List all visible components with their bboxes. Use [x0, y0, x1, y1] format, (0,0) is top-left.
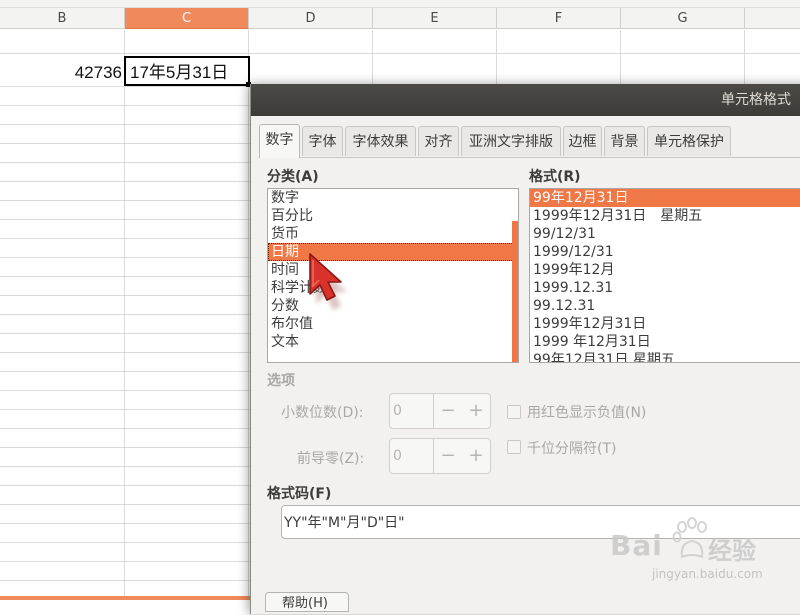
- baidu-jingyan-watermark: Bai 经验 jingyan.baidu.com: [610, 515, 800, 585]
- category-listbox[interactable]: 数字 百分比 货币 日期 时间 科学计数 分数 布尔值 文本: [267, 188, 519, 363]
- tab-bar: 数字 字体 字体效果 对齐 亚洲文字排版 边框 背景 单元格保护: [259, 124, 800, 158]
- leading-zeros-increment[interactable]: +: [462, 439, 490, 473]
- column-header-d[interactable]: D: [249, 8, 373, 29]
- dialog-titlebar[interactable]: 单元格格式: [251, 84, 800, 116]
- toolbar-edge: [0, 0, 800, 8]
- tab-alignment[interactable]: 对齐: [418, 126, 459, 156]
- negative-red-label: 用红色显示负值(N): [527, 405, 647, 421]
- format-item[interactable]: 1999 年12月31日: [530, 333, 800, 351]
- column-header-e[interactable]: E: [373, 8, 497, 29]
- format-item[interactable]: 1999年12月: [530, 261, 800, 279]
- category-scrollbar[interactable]: [512, 221, 518, 362]
- format-listbox[interactable]: 99年12月31日 1999年12月31日 星期五 99/12/31 1999/…: [529, 188, 800, 363]
- category-item[interactable]: 数字: [268, 189, 518, 207]
- format-code-label: 格式码(F): [267, 486, 332, 502]
- options-label: 选项: [267, 373, 295, 389]
- cell-b3[interactable]: 42736: [0, 58, 124, 88]
- decimal-places-spinner[interactable]: 0 − +: [389, 393, 491, 429]
- leading-zeros-label: 前导零(Z):: [297, 451, 365, 467]
- category-item[interactable]: 百分比: [268, 207, 518, 225]
- leading-zeros-value[interactable]: 0: [390, 439, 434, 473]
- column-header-b[interactable]: B: [0, 8, 125, 29]
- help-button[interactable]: 帮助(H): [265, 592, 349, 612]
- mouse-pointer-icon: [309, 253, 347, 310]
- format-item[interactable]: 1999年12月31日: [530, 315, 800, 333]
- thousands-separator-checkbox[interactable]: [507, 440, 521, 454]
- category-label: 分类(A): [267, 169, 319, 185]
- tab-font-effects[interactable]: 字体效果: [345, 126, 416, 156]
- format-item-selected[interactable]: 99年12月31日: [530, 189, 800, 207]
- category-item[interactable]: 货币: [268, 225, 518, 243]
- format-item[interactable]: 1999年12月31日 星期五: [530, 207, 800, 225]
- decimal-places-label: 小数位数(D):: [281, 405, 364, 421]
- format-item[interactable]: 1999/12/31: [530, 243, 800, 261]
- watermark-brand-cn: 经验: [708, 537, 756, 565]
- decimal-places-value[interactable]: 0: [390, 394, 434, 428]
- column-header-h[interactable]: [745, 8, 800, 29]
- tab-numbers[interactable]: 数字: [259, 124, 300, 158]
- leading-zeros-spinner[interactable]: 0 − +: [389, 438, 491, 474]
- format-item[interactable]: 99年12月31日 星期五: [530, 351, 800, 362]
- format-item[interactable]: 99/12/31: [530, 225, 800, 243]
- format-item[interactable]: 99.12.31: [530, 297, 800, 315]
- column-header-c[interactable]: C: [125, 8, 249, 29]
- watermark-brand: Bai: [610, 529, 663, 562]
- cell-c3[interactable]: 17年5月31日: [124, 56, 250, 86]
- column-header-g[interactable]: G: [621, 8, 745, 29]
- sheet-tab-indicator: [0, 596, 250, 600]
- decimal-places-increment[interactable]: +: [462, 394, 490, 428]
- leading-zeros-decrement[interactable]: −: [434, 439, 462, 473]
- thousands-separator-label: 千位分隔符(T): [527, 441, 617, 457]
- column-header-row: B C D E F G: [0, 8, 800, 30]
- column-header-f[interactable]: F: [497, 8, 621, 29]
- tab-borders[interactable]: 边框: [563, 126, 602, 156]
- category-item[interactable]: 文本: [268, 333, 518, 351]
- decimal-places-decrement[interactable]: −: [434, 394, 462, 428]
- negative-red-checkbox[interactable]: [507, 405, 521, 419]
- tab-background[interactable]: 背景: [604, 126, 645, 156]
- category-item[interactable]: 布尔值: [268, 315, 518, 333]
- watermark-url: jingyan.baidu.com: [652, 567, 763, 581]
- format-item[interactable]: 1999.12.31: [530, 279, 800, 297]
- tab-font[interactable]: 字体: [302, 126, 343, 156]
- tab-cell-protection[interactable]: 单元格保护: [647, 126, 731, 156]
- format-label: 格式(R): [529, 169, 581, 185]
- dialog-title: 单元格格式: [721, 92, 791, 108]
- tab-asian-typography[interactable]: 亚洲文字排版: [461, 126, 561, 156]
